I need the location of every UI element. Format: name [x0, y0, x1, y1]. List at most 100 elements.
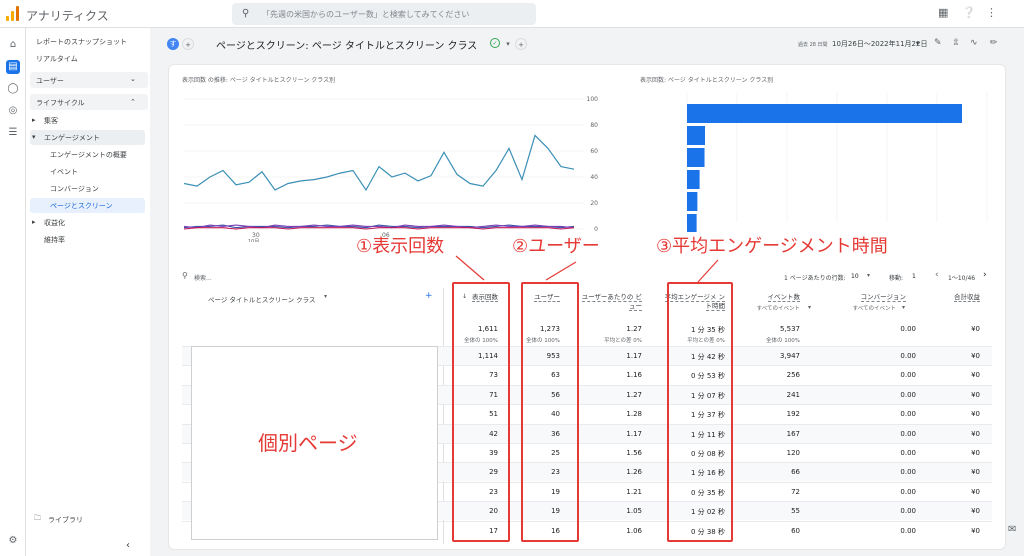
cell-conversions: 0.00 [900, 507, 916, 516]
cell-views-per-user: 1.26 [626, 468, 642, 477]
sidebar-item-lifecycle[interactable]: ライフサイクル [36, 98, 85, 108]
total-revenue: ¥0 [971, 325, 980, 333]
reports-icon[interactable]: ▤ [6, 60, 20, 74]
insights-icon[interactable]: ∿ [970, 38, 978, 48]
apps-grid-icon[interactable]: ▦ [938, 6, 948, 19]
col-total-revenue[interactable]: 合計収益 [940, 293, 980, 302]
event-filter[interactable]: すべてのイベント [740, 304, 800, 312]
avatar[interactable]: す [167, 38, 179, 50]
users-leader-line [545, 261, 577, 281]
bar [687, 192, 698, 211]
cell-conversions: 0.00 [900, 352, 916, 360]
chevron-down-icon[interactable]: ⌄ [130, 75, 136, 83]
date-range-prefix: 過去 28 日間 [798, 42, 828, 48]
feedback-icon[interactable]: ✉ [1008, 524, 1016, 535]
dropdown-caret-icon[interactable]: ▾ [502, 38, 514, 50]
total-vpu-diff: 平均との差 0% [604, 338, 642, 344]
table-search-icon: ⚲ [182, 271, 188, 280]
cell-event-count: 66 [791, 468, 800, 477]
search-input[interactable]: ⚲ 「先週の米国からのユーザー数」と検索してみてください [232, 3, 536, 25]
cell-views-per-user: 1.28 [626, 410, 642, 419]
edit-pencil-icon[interactable]: ✏ [990, 38, 998, 48]
sidebar-item-user[interactable]: ユーザー [36, 76, 64, 86]
prev-page-icon[interactable]: ‹ [935, 270, 939, 280]
sidebar-item-retention[interactable]: 維持率 [44, 235, 65, 245]
sidebar-item-engagement-overview[interactable]: エンゲージメントの概要 [50, 150, 127, 160]
customize-report-icon[interactable]: ✎ [934, 38, 942, 48]
configure-icon[interactable]: ☰ [6, 126, 20, 140]
collapse-chevron-icon[interactable]: ‹ [126, 540, 130, 551]
next-page-icon[interactable]: › [983, 270, 987, 280]
caret-down-icon: ▾ [32, 133, 36, 141]
rows-per-page-label: 1 ページあたりの行数: [784, 275, 846, 282]
cell-conversions: 0.00 [900, 371, 916, 380]
sidebar-item-events[interactable]: イベント [50, 167, 78, 177]
line-chart-title: 表示回数 の推移: ページ タイトルとスクリーン クラス別 [182, 77, 336, 84]
goto-input[interactable]: 1 [912, 273, 916, 280]
total-views-per-user: 1.27 [626, 325, 642, 333]
share-icon[interactable]: ⇫ [952, 38, 960, 48]
cell-revenue: ¥0 [971, 449, 980, 457]
cell-conversions: 0.00 [900, 468, 916, 477]
cell-conversions: 0.00 [900, 449, 916, 457]
settings-gear-icon[interactable]: ⚙ [6, 534, 20, 548]
col-event-count[interactable]: イベント数 [755, 293, 800, 302]
cell-views-per-user: 1.16 [626, 371, 642, 380]
cell-views-per-user: 1.21 [626, 487, 642, 496]
sidebar-item-pages-screens[interactable]: ページとスクリーン [50, 201, 113, 211]
date-range[interactable]: 10月26日～2022年11月22日 [832, 39, 927, 49]
sidebar-item-acquisition[interactable]: 集客 [44, 116, 58, 126]
bar [687, 126, 706, 145]
advertising-icon[interactable]: ◎ [6, 104, 20, 118]
y-tick-label: 40 [590, 174, 598, 181]
goto-label: 移動: [889, 275, 904, 282]
home-icon[interactable]: ⌂ [6, 38, 20, 52]
add-icon[interactable]: + [515, 38, 527, 50]
cell-event-count: 120 [786, 449, 800, 457]
rows-dropdown-icon[interactable]: ▾ [867, 272, 870, 279]
cell-views-per-user: 1.05 [626, 507, 642, 516]
cell-event-count: 167 [786, 429, 800, 438]
sidebar-item-conversions[interactable]: コンバージョン [50, 184, 99, 194]
cell-revenue: ¥0 [971, 507, 980, 516]
dimension-dropdown-icon[interactable]: ▾ [324, 293, 327, 300]
dimension-header[interactable]: ページ タイトルとスクリーン クラス [208, 294, 316, 304]
add-dimension-icon[interactable]: + [425, 291, 433, 301]
sidebar-item-snapshot[interactable]: レポートのスナップショット [36, 37, 127, 47]
cell-conversions: 0.00 [900, 410, 916, 419]
analytics-logo-icon [6, 6, 20, 21]
cell-views-per-user: 1.27 [626, 390, 642, 399]
col-views-per-user[interactable]: ユーザーあたりの ビュー [580, 293, 642, 311]
conversion-filter-dropdown-icon[interactable]: ▾ [902, 304, 905, 311]
conversion-filter[interactable]: すべてのイベント [836, 304, 896, 312]
bar-chart [686, 92, 988, 232]
date-dropdown-icon[interactable]: ▾ [916, 40, 919, 47]
sidebar-item-monetization[interactable]: 収益化 [44, 218, 65, 228]
reports-sidebar: レポートのスナップショット リアルタイム ユーザー ⌄ ライフサイクル ⌃ ▸ … [26, 28, 150, 556]
page-range: 1～10/46 [948, 275, 976, 282]
bar [687, 214, 697, 232]
cell-event-count: 72 [791, 487, 800, 496]
cell-event-count: 3,947 [779, 352, 800, 360]
cell-conversions: 0.00 [900, 526, 916, 535]
sidebar-item-library[interactable]: ライブラリ [48, 515, 83, 525]
add-comparison-icon[interactable]: + [182, 38, 194, 50]
sidebar-item-engagement[interactable]: エンゲージメント [44, 133, 100, 143]
rows-per-page-select[interactable]: 10 [851, 273, 859, 280]
bar [687, 170, 700, 189]
chevron-up-icon[interactable]: ⌃ [130, 98, 136, 106]
app-title: アナリティクス [26, 9, 109, 23]
sidebar-item-realtime[interactable]: リアルタイム [36, 54, 78, 64]
col-conversions[interactable]: コンバージョン [848, 293, 906, 302]
highlight-avg-engagement-column [667, 282, 733, 542]
table-search-input[interactable]: 検索... [194, 273, 212, 282]
more-vert-icon[interactable]: ⋮ [986, 6, 997, 19]
page-title: ページとスクリーン: ページ タイトルとスクリーン クラス [216, 41, 478, 52]
event-filter-dropdown-icon[interactable]: ▾ [808, 304, 811, 311]
cell-revenue: ¥0 [971, 526, 980, 535]
bar-chart-title: 表示回数: ページ タイトルとスクリーン クラス別 [640, 77, 774, 84]
cell-revenue: ¥0 [971, 487, 980, 496]
highlight-views-column [452, 282, 510, 542]
explore-icon[interactable]: ◯ [6, 82, 20, 96]
help-icon[interactable]: ❔ [962, 6, 976, 19]
